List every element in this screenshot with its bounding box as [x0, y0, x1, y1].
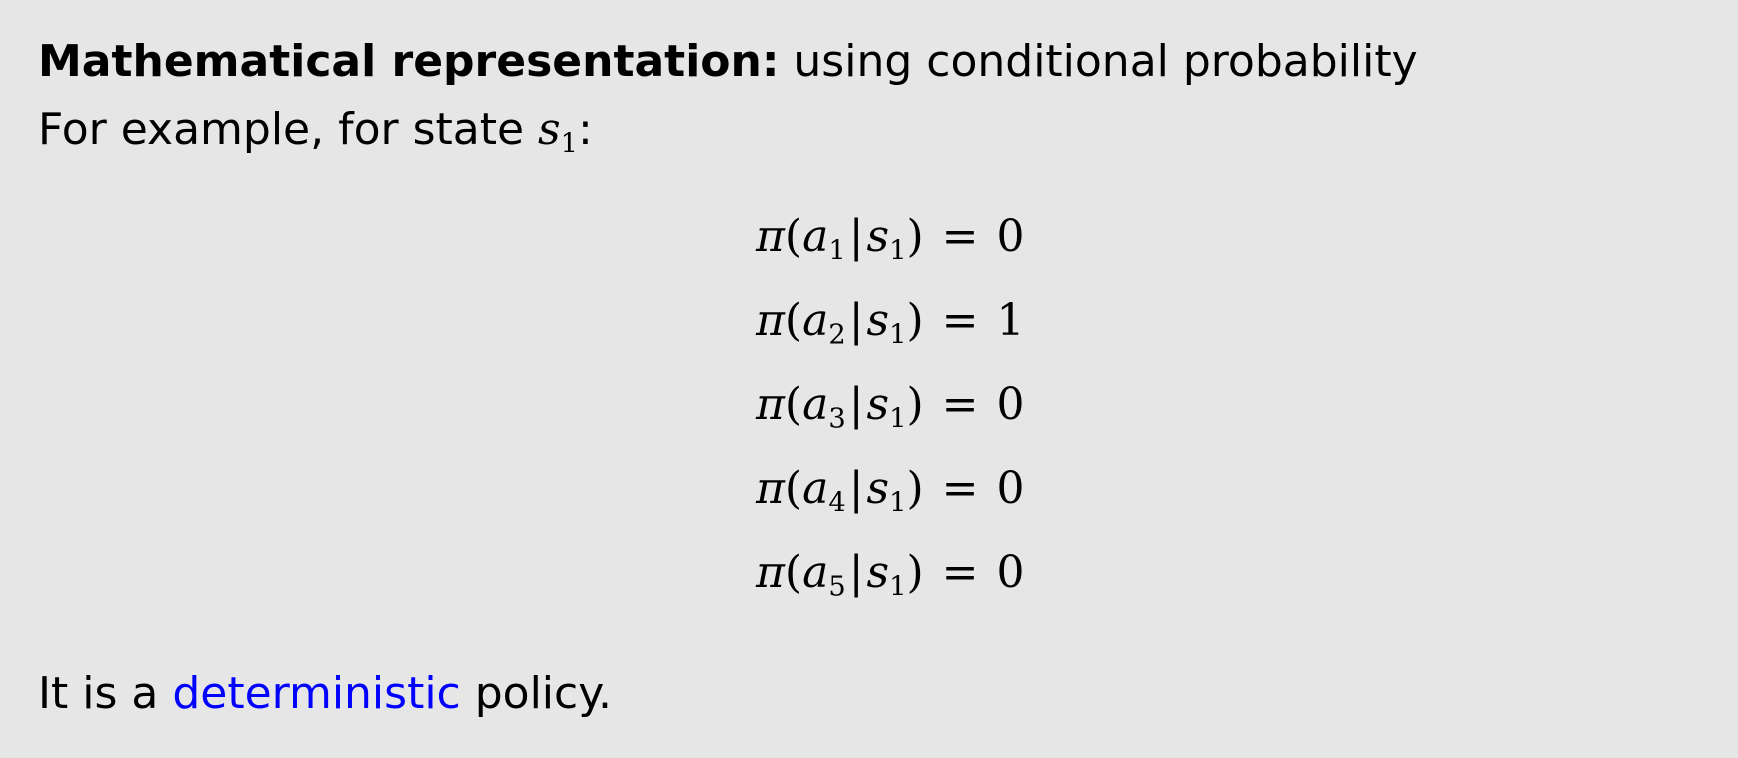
conclusion-prefix: It is a — [38, 668, 173, 719]
deterministic-link[interactable]: deterministic — [172, 668, 460, 719]
state-sub: 1 — [889, 235, 907, 267]
slide: Mathematical representation: using condi… — [0, 0, 1738, 758]
conclusion-line: It is a deterministic policy. — [38, 672, 612, 716]
policy-symbol: π — [756, 547, 785, 598]
equation-row: π(a2|s1) = 1 — [756, 295, 1025, 351]
equation-row: π(a3|s1) = 0 — [756, 379, 1025, 435]
state-sub: 1 — [889, 319, 907, 351]
conclusion-suffix: policy. — [460, 668, 612, 719]
state-var: s — [866, 379, 890, 430]
probability-value: 0 — [996, 547, 1025, 598]
action-var: a — [802, 295, 829, 346]
example-state-var: s — [538, 104, 561, 155]
action-sub: 5 — [828, 571, 846, 603]
probability-value: 1 — [996, 295, 1025, 346]
state-var: s — [866, 211, 890, 262]
policy-symbol: π — [756, 379, 785, 430]
equation-row: π(a1|s1) = 0 — [756, 211, 1025, 267]
state-sub: 1 — [889, 403, 907, 435]
probability-value: 0 — [996, 379, 1025, 430]
probability-value: 0 — [996, 211, 1025, 262]
example-state-sub: 1 — [560, 128, 578, 160]
action-sub: 2 — [828, 319, 846, 351]
action-var: a — [802, 379, 829, 430]
state-sub: 1 — [889, 571, 907, 603]
example-prefix: For example, for state — [38, 104, 539, 155]
state-sub: 1 — [889, 487, 907, 519]
example-line: For example, for state s1: — [38, 108, 593, 158]
heading-bold: Mathematical representation: — [38, 36, 780, 87]
heading-line: Mathematical representation: using condi… — [38, 40, 1418, 84]
equation-row: π(a4|s1) = 0 — [756, 463, 1025, 519]
policy-symbol: π — [756, 463, 785, 514]
example-suffix: : — [577, 104, 593, 155]
action-var: a — [802, 547, 829, 598]
action-var: a — [802, 463, 829, 514]
state-var: s — [866, 463, 890, 514]
action-sub: 3 — [828, 403, 846, 435]
equation-row: π(a5|s1) = 0 — [756, 547, 1025, 603]
policy-symbol: π — [756, 211, 785, 262]
state-var: s — [866, 295, 890, 346]
heading-rest: using conditional probability — [779, 36, 1418, 87]
policy-symbol: π — [756, 295, 785, 346]
action-sub: 1 — [828, 235, 846, 267]
state-var: s — [866, 547, 890, 598]
action-sub: 4 — [828, 487, 846, 519]
action-var: a — [802, 211, 829, 262]
probability-value: 0 — [996, 463, 1025, 514]
